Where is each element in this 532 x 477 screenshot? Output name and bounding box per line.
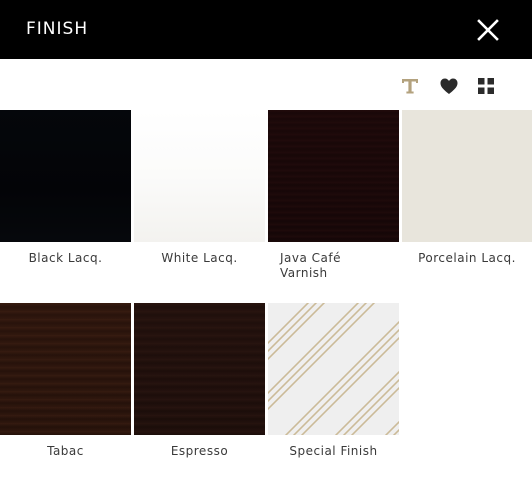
finish-label: Tabac [47, 444, 84, 458]
panel-title: FINISH [26, 19, 89, 39]
finish-swatch [0, 110, 131, 242]
finish-tile-tabac[interactable]: Tabac [0, 303, 131, 459]
finish-swatch [268, 303, 399, 435]
finish-swatch [134, 110, 265, 242]
finish-tile-java-cafe-varnish[interactable]: Java Café Varnish [268, 110, 399, 281]
finish-tile-special-finish[interactable]: Special Finish [268, 303, 399, 459]
panel-header: FINISH [0, 0, 532, 59]
finish-tile-white-lacq[interactable]: White Lacq. [134, 110, 265, 266]
finish-label: Porcelain Lacq. [418, 251, 516, 265]
finish-swatch [402, 110, 532, 242]
text-style-icon[interactable] [399, 75, 421, 97]
finish-label: Java Café Varnish [280, 251, 342, 280]
diagonal-stripes-pattern [268, 303, 399, 435]
finish-tile-porcelain-lacq[interactable]: Porcelain Lacq. [402, 110, 532, 266]
finish-tile-black-lacq[interactable]: Black Lacq. [0, 110, 131, 266]
finish-swatch [0, 303, 131, 435]
finish-grid: Black Lacq. White Lacq. Java Café Varnis… [0, 110, 532, 477]
finish-label: Black Lacq. [28, 251, 103, 265]
finish-label: White Lacq. [161, 251, 238, 265]
grid-view-icon[interactable] [475, 75, 497, 97]
heart-icon[interactable] [438, 75, 460, 97]
close-icon[interactable] [476, 18, 500, 42]
view-toolbar [0, 74, 532, 100]
finish-label: Espresso [170, 444, 229, 458]
finish-label: Special Finish [289, 444, 378, 458]
finish-swatch [134, 303, 265, 435]
finish-tile-espresso[interactable]: Espresso [134, 303, 265, 459]
finish-swatch [268, 110, 399, 242]
